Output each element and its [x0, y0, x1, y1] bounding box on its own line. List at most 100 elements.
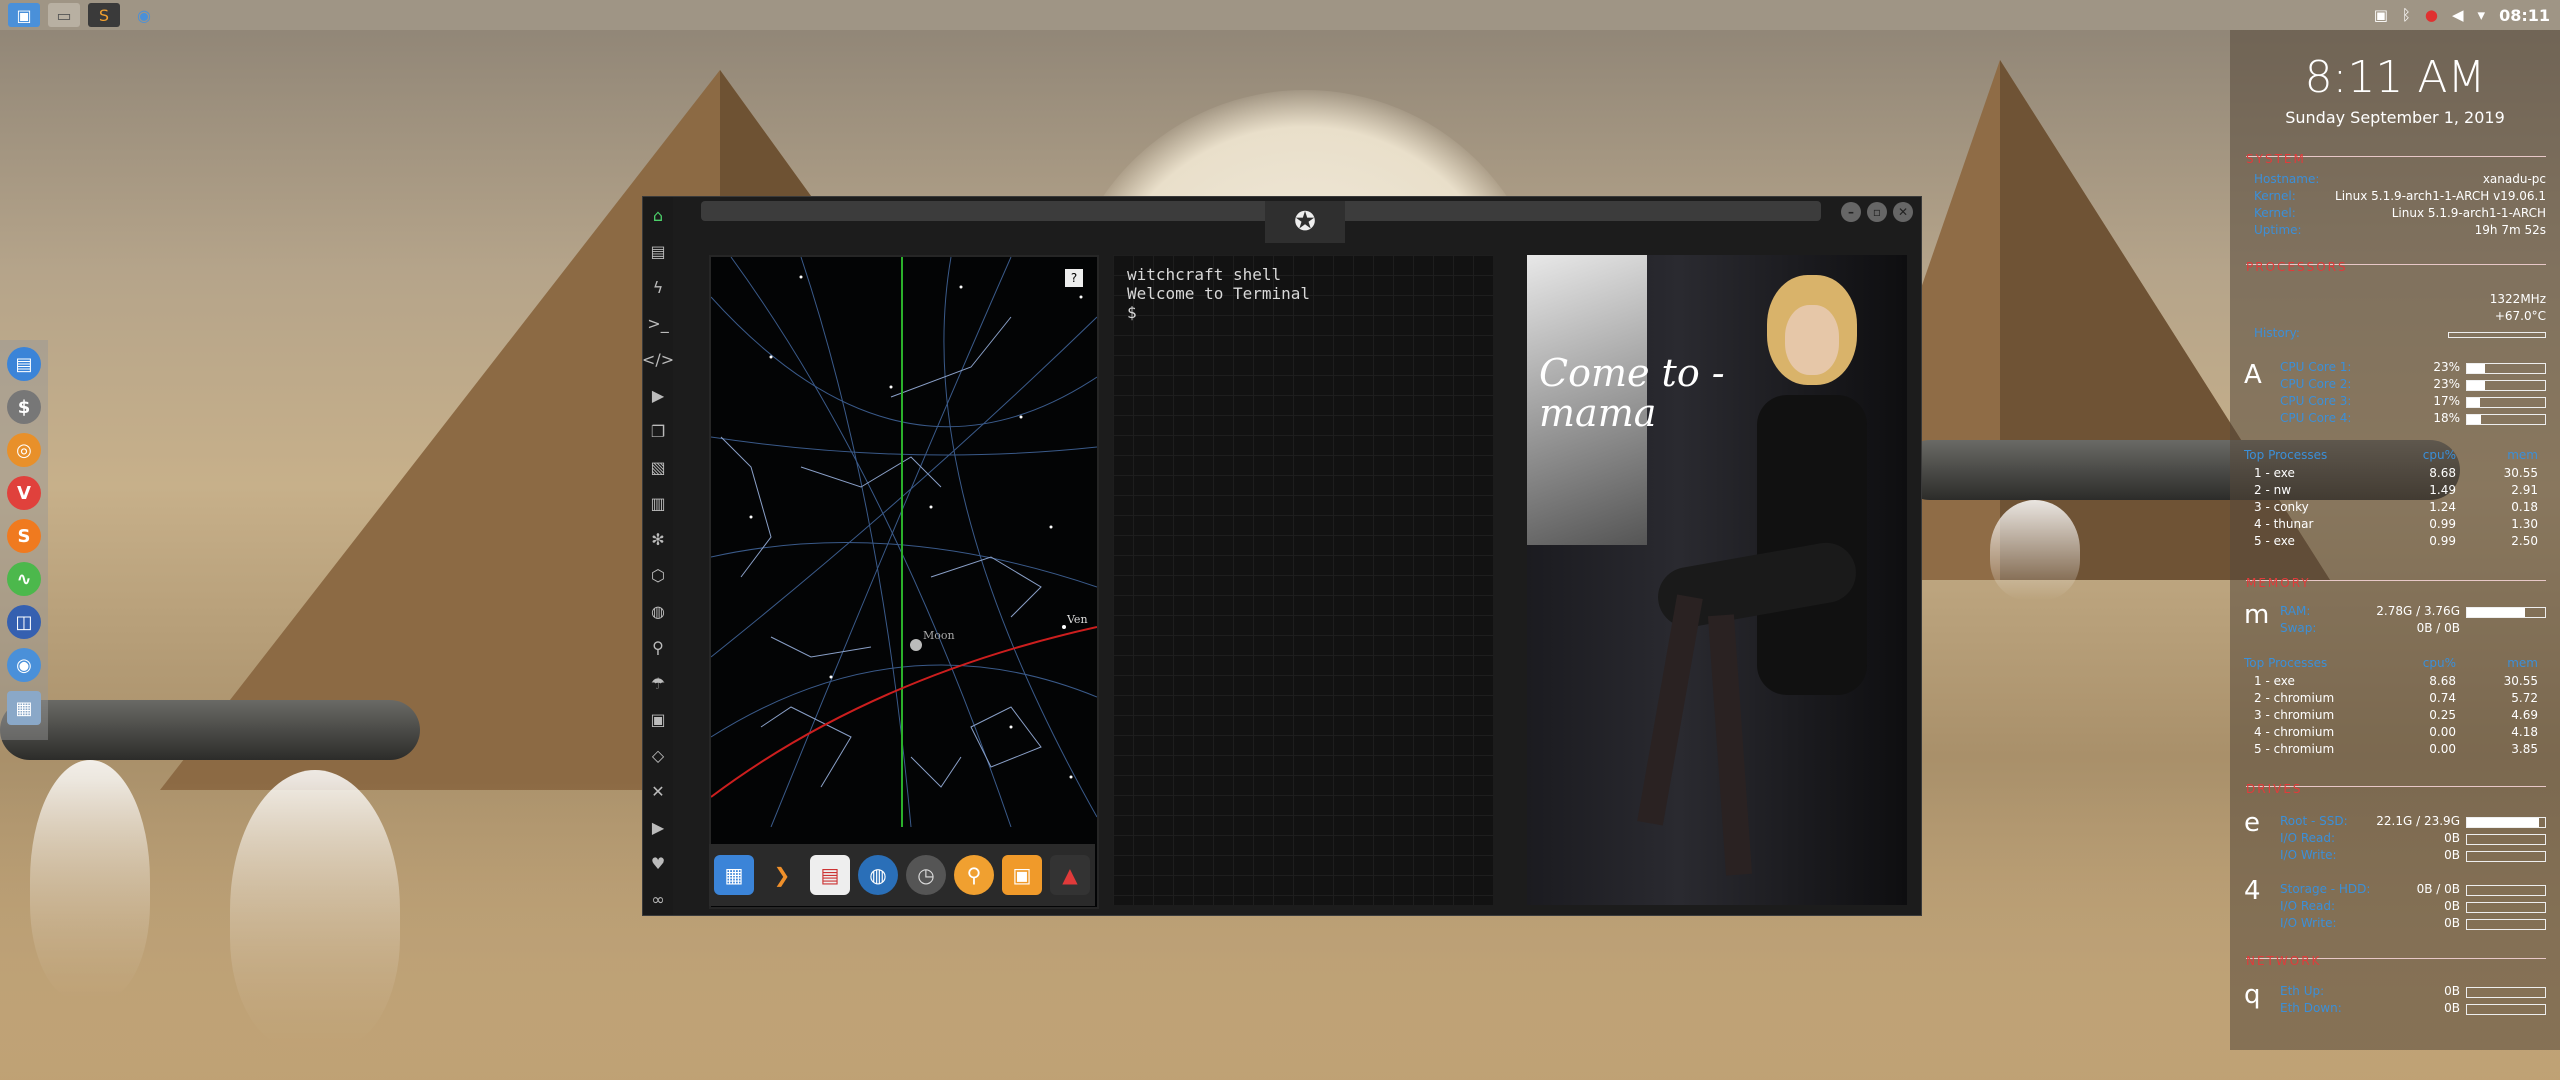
- dashboard-window: ⌂ ▤ ϟ >_ </> ▶ ❐ ▧ ▥ ✻ ⬡ ◍ ⚲ ☂ ▣ ◇ ✕ ▶ ♥…: [642, 196, 1922, 916]
- sublime-icon[interactable]: S: [88, 3, 120, 27]
- chromium-icon[interactable]: ◉: [128, 3, 160, 27]
- process-row: 2 - nw 1.49 2.91: [2254, 483, 2538, 497]
- cpu-core-row: CPU Core 4: 18%: [2270, 411, 2546, 427]
- red-app-icon[interactable]: ▲: [1050, 855, 1090, 895]
- cpu-core-bar: [2466, 397, 2546, 408]
- dock-screen-icon[interactable]: ◫: [7, 605, 41, 639]
- process-row: 3 - conky 1.24 0.18: [2254, 500, 2538, 514]
- memory-section-header: MEMORY: [2246, 572, 2546, 590]
- window-icon[interactable]: ▭: [48, 3, 80, 27]
- hex-icon[interactable]: ⬡: [643, 557, 673, 593]
- system-row: Hostname: xanadu-pc: [2254, 172, 2546, 186]
- eth-up-row: Eth Up: 0B: [2270, 984, 2546, 1000]
- wifi-icon[interactable]: ▾: [2478, 6, 2486, 24]
- arrow-icon[interactable]: ❯: [762, 855, 802, 895]
- window-titlebar[interactable]: [701, 201, 1821, 221]
- photo-pane: Come to - mama: [1527, 255, 1907, 905]
- terminal-prompt[interactable]: $: [1127, 303, 1479, 322]
- system-section-header: SYSTEM: [2246, 148, 2546, 166]
- lightning-icon[interactable]: ϟ: [643, 269, 673, 305]
- bluetooth-icon[interactable]: ᛒ: [2402, 6, 2411, 24]
- image-icon[interactable]: ▧: [643, 449, 673, 485]
- news-icon[interactable]: ▥: [643, 485, 673, 521]
- window-controls: – ▫ ✕: [1841, 202, 1913, 222]
- cpu-temperature: +67.0°C: [2494, 309, 2546, 323]
- image-viewer-icon[interactable]: ▣: [1002, 855, 1042, 895]
- root-ssd-row: Root - SSD: 22.1G / 23.9G: [2270, 814, 2546, 830]
- ram-row: RAM: 2.78G / 3.76G: [2270, 604, 2546, 620]
- search-icon[interactable]: ⚲: [643, 629, 673, 665]
- tag-icon[interactable]: ◇: [643, 737, 673, 773]
- process-row: 5 - chromium 0.00 3.85: [2254, 742, 2538, 756]
- photo-tray-icon[interactable]: ▣: [2374, 6, 2388, 24]
- process-row: 4 - thunar 0.99 1.30: [2254, 517, 2538, 531]
- cpu-core-bar: [2466, 363, 2546, 374]
- mem-col-header: mem: [2507, 656, 2538, 670]
- minimize-button[interactable]: –: [1841, 202, 1861, 222]
- system-row: Uptime: 19h 7m 52s: [2254, 223, 2546, 237]
- process-row: 1 - exe 8.68 30.55: [2254, 674, 2538, 688]
- heart-icon[interactable]: ♥: [643, 845, 673, 881]
- youtube-icon[interactable]: ▶: [643, 809, 673, 845]
- cpu-glyph: A: [2244, 360, 2262, 390]
- process-row: 3 - chromium 0.25 4.69: [2254, 708, 2538, 722]
- contact-icon[interactable]: ▣: [643, 701, 673, 737]
- system-row: Kernel: Linux 5.1.9-arch1-1-ARCH v19.06.1: [2254, 189, 2546, 203]
- io-read-bar: [2466, 834, 2546, 845]
- dock-grid-icon[interactable]: ▦: [7, 691, 41, 725]
- help-button[interactable]: ?: [1065, 269, 1083, 287]
- conky-panel: 8:11 AM Sunday September 1, 2019 SYSTEM …: [2230, 30, 2560, 1050]
- dock-activity-icon[interactable]: ∿: [7, 562, 41, 596]
- copy-icon[interactable]: ❐: [643, 413, 673, 449]
- cpu-history-graph: [2448, 332, 2546, 338]
- file-manager-icon[interactable]: ▣: [8, 3, 40, 27]
- process-row: 4 - chromium 0.00 4.18: [2254, 725, 2538, 739]
- cpu-core-row: CPU Core 3: 17%: [2270, 394, 2546, 410]
- star-map-pane[interactable]: ? Moon Ven: [709, 255, 1099, 909]
- calculator-icon[interactable]: ▦: [714, 855, 754, 895]
- dock-chromium-icon[interactable]: ◉: [7, 648, 41, 682]
- magnifier-icon[interactable]: ⚲: [954, 855, 994, 895]
- record-icon[interactable]: ●: [2425, 6, 2438, 24]
- bike-icon[interactable]: ∞: [643, 881, 673, 917]
- process-row: 1 - exe 8.68 30.55: [2254, 466, 2538, 480]
- dock-vivaldi-icon[interactable]: V: [7, 476, 41, 510]
- play-icon[interactable]: ▶: [643, 377, 673, 413]
- drive-ssd-glyph: e: [2244, 808, 2260, 838]
- process-row: 2 - chromium 0.74 5.72: [2254, 691, 2538, 705]
- calendar-icon[interactable]: ▤: [810, 855, 850, 895]
- eth-down-row: Eth Down: 0B: [2270, 1001, 2546, 1017]
- terminal-icon[interactable]: >_: [643, 305, 673, 341]
- moon-label: Moon: [923, 629, 955, 642]
- globe-app-icon[interactable]: ◍: [858, 855, 898, 895]
- close-button[interactable]: ✕: [1893, 202, 1913, 222]
- volume-icon[interactable]: ◀: [2452, 6, 2464, 24]
- dock-dial-icon[interactable]: ◎: [7, 433, 41, 467]
- home-icon[interactable]: ⌂: [643, 197, 673, 233]
- dock-s-app-icon[interactable]: S: [7, 519, 41, 553]
- cpu-col-header: cpu%: [2422, 448, 2456, 462]
- memory-glyph: m: [2244, 600, 2270, 630]
- dock-money-icon[interactable]: $: [7, 390, 41, 424]
- storage-hdd-row: Storage - HDD: 0B / 0B: [2270, 882, 2546, 898]
- clock-icon[interactable]: ◷: [906, 855, 946, 895]
- globe-icon[interactable]: ◍: [643, 593, 673, 629]
- panel-clock[interactable]: 08:11: [2499, 6, 2550, 25]
- system-tray: ▣ ᛒ ● ◀ ▾ 08:11: [2374, 0, 2550, 30]
- top-panel: ▣ ▭ S ◉ ▣ ᛒ ● ◀ ▾ 08:11: [0, 0, 2560, 30]
- code-icon[interactable]: </>: [642, 341, 674, 377]
- io-write-row: I/O Write: 0B: [2270, 848, 2546, 864]
- drive-hdd-glyph: 4: [2244, 876, 2261, 906]
- window-iconbar: ⌂ ▤ ϟ >_ </> ▶ ❐ ▧ ▥ ✻ ⬡ ◍ ⚲ ☂ ▣ ◇ ✕ ▶ ♥…: [642, 197, 674, 917]
- io-write-bar: [2466, 851, 2546, 862]
- wallpaper-beam: [1990, 500, 2080, 600]
- maximize-button[interactable]: ▫: [1867, 202, 1887, 222]
- terminal-pane[interactable]: witchcraft shell Welcome to Terminal $: [1113, 255, 1493, 905]
- umbrella-icon[interactable]: ☂: [643, 665, 673, 701]
- expand-icon[interactable]: ✕: [643, 773, 673, 809]
- document-icon[interactable]: ▤: [643, 233, 673, 269]
- cpu-core-bar: [2466, 380, 2546, 391]
- eth-down-bar: [2466, 1004, 2546, 1015]
- dock-files-icon[interactable]: ▤: [7, 347, 41, 381]
- settings-icon[interactable]: ✻: [643, 521, 673, 557]
